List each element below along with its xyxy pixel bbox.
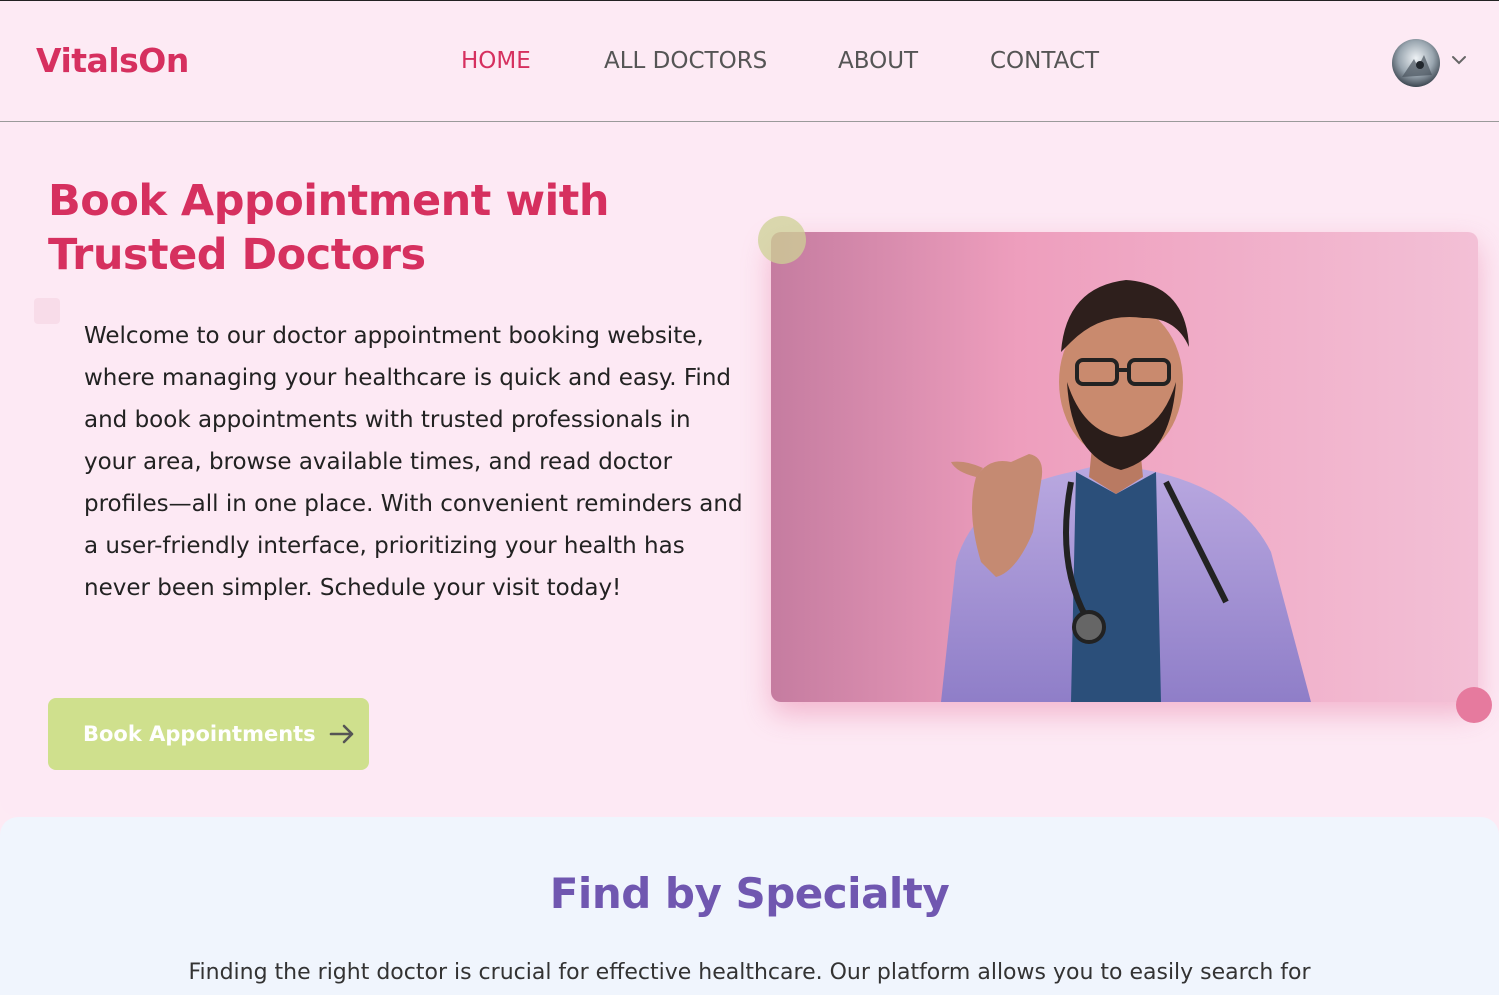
hero-section: Book Appointment with Trusted Doctors We… <box>0 122 1499 817</box>
book-appointments-label: Book Appointments <box>83 722 316 746</box>
hero-description: Welcome to our doctor appointment bookin… <box>84 323 743 601</box>
brand-logo[interactable]: VitalsOn <box>36 41 189 80</box>
user-avatar-icon[interactable] <box>1392 39 1440 87</box>
nav-contact[interactable]: CONTACT <box>990 48 1099 74</box>
specialty-description: Finding the right doctor is crucial for … <box>188 960 1311 985</box>
arrow-right-icon <box>329 724 353 744</box>
decorative-circle-pink <box>1456 687 1492 723</box>
nav-all-doctors[interactable]: ALL DOCTORS <box>604 48 767 74</box>
decorative-circle-green <box>758 216 806 264</box>
doctor-photo <box>771 232 1478 702</box>
chevron-down-icon[interactable] <box>1450 51 1468 69</box>
nav-about[interactable]: ABOUT <box>838 48 918 74</box>
book-appointments-button[interactable]: Book Appointments <box>48 698 369 770</box>
decorative-square <box>34 298 60 324</box>
hero-title: Book Appointment with Trusted Doctors <box>48 176 609 280</box>
specialty-section: Find by Specialty Finding the right doct… <box>0 817 1499 995</box>
navbar: VitalsOn HOME ALL DOCTORS ABOUT CONTACT <box>0 1 1499 122</box>
specialty-title: Find by Specialty <box>549 869 950 918</box>
nav-home[interactable]: HOME <box>461 48 531 74</box>
